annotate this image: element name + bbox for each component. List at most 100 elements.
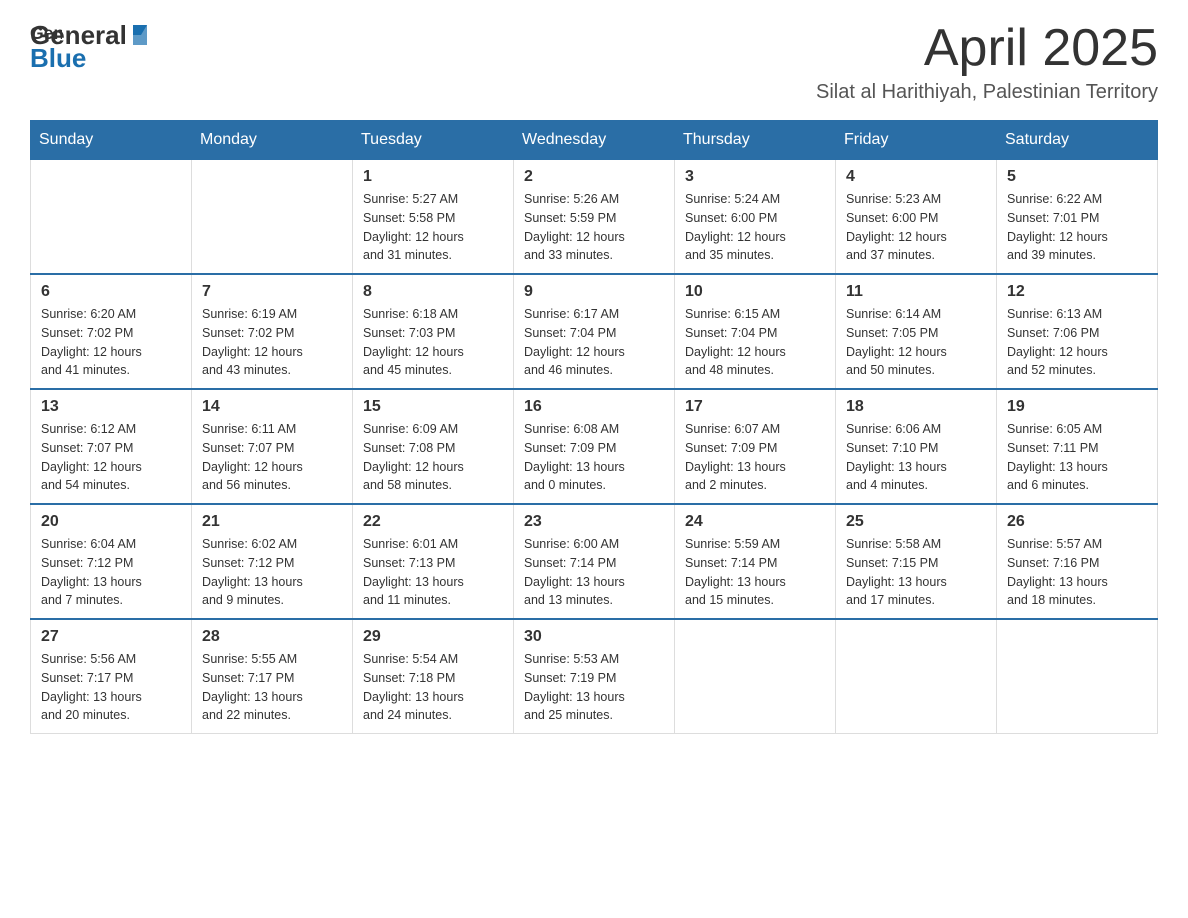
day-number: 30 (524, 628, 664, 646)
day-info: Sunrise: 5:55 AMSunset: 7:17 PMDaylight:… (202, 650, 342, 725)
cell-week2-day3: 9Sunrise: 6:17 AMSunset: 7:04 PMDaylight… (514, 274, 675, 389)
logo-flag-icon (129, 23, 151, 45)
day-info: Sunrise: 5:26 AMSunset: 5:59 PMDaylight:… (524, 190, 664, 265)
day-number: 19 (1007, 398, 1147, 416)
cell-week3-day1: 14Sunrise: 6:11 AMSunset: 7:07 PMDayligh… (192, 389, 353, 504)
day-info: Sunrise: 6:22 AMSunset: 7:01 PMDaylight:… (1007, 190, 1147, 265)
day-number: 20 (41, 513, 181, 531)
cell-week3-day0: 13 Sunrise: 6:12 AMSunset: 7:07 PMDayligh… (31, 389, 192, 504)
col-tuesday: Tuesday (353, 121, 514, 160)
day-info: Sunrise: 6:05 AMSunset: 7:11 PMDaylight:… (1007, 420, 1147, 495)
day-number: 24 (685, 513, 825, 531)
cell-week1-day2: 1 Sunrise: 5:27 AMSunset: 5:58 PMDaylight… (353, 160, 514, 275)
month-year-title: April 2025 (816, 20, 1158, 77)
cell-week4-day1: 21 Sunrise: 6:02 AMSunset: 7:12 PMDayligh… (192, 504, 353, 619)
logo-blue: Blue (30, 43, 86, 74)
day-number: 3 (685, 168, 825, 186)
day-number: 14 (202, 398, 342, 416)
cell-week2-day4: 10 Sunrise: 6:15 AMSunset: 7:04 PMDayligh… (675, 274, 836, 389)
cell-week1-day1 (192, 160, 353, 275)
day-info: Sunrise: 6:20 AMSunset: 7:02 PMDaylight:… (41, 305, 181, 380)
day-info: Sunrise: 6:13 AMSunset: 7:06 PMDaylight:… (1007, 305, 1147, 380)
day-info: Sunrise: 5:24 AMSunset: 6:00 PMDaylight:… (685, 190, 825, 265)
day-info: Sunrise: 5:53 AMSunset: 7:19 PMDaylight:… (524, 650, 664, 725)
day-number: 16 (524, 398, 664, 416)
day-number: 18 (846, 398, 986, 416)
day-number: 2 (524, 168, 664, 186)
day-number: 6 (41, 283, 181, 301)
day-number: 22 (363, 513, 503, 531)
cell-week4-day5: 25 Sunrise: 5:58 AMSunset: 7:15 PMDayligh… (836, 504, 997, 619)
col-monday: Monday (192, 121, 353, 160)
day-number: 13 (41, 398, 181, 416)
col-saturday: Saturday (997, 121, 1158, 160)
col-sunday: Sunday (31, 121, 192, 160)
day-number: 15 (363, 398, 503, 416)
day-number: 28 (202, 628, 342, 646)
cell-week5-day1: 28 Sunrise: 5:55 AMSunset: 7:17 PMDayligh… (192, 619, 353, 734)
cell-week2-day2: 8Sunrise: 6:18 AMSunset: 7:03 PMDaylight… (353, 274, 514, 389)
day-number: 12 (1007, 283, 1147, 301)
day-info: Sunrise: 5:56 AMSunset: 7:17 PMDaylight:… (41, 650, 181, 725)
day-info: Sunrise: 6:14 AMSunset: 7:05 PMDaylight:… (846, 305, 986, 380)
cell-week3-day3: 16 Sunrise: 6:08 AMSunset: 7:09 PMDayligh… (514, 389, 675, 504)
header-right: April 2025 Silat al Harithiyah, Palestin… (816, 20, 1158, 104)
week-row-3: 13 Sunrise: 6:12 AMSunset: 7:07 PMDayligh… (31, 389, 1158, 504)
day-info: Sunrise: 5:59 AMSunset: 7:14 PMDaylight:… (685, 535, 825, 610)
day-info: Sunrise: 5:57 AMSunset: 7:16 PMDaylight:… (1007, 535, 1147, 610)
day-info: Sunrise: 6:18 AMSunset: 7:03 PMDaylight:… (363, 305, 503, 380)
day-number: 26 (1007, 513, 1147, 531)
day-number: 23 (524, 513, 664, 531)
cell-week3-day4: 17 Sunrise: 6:07 AMSunset: 7:09 PMDayligh… (675, 389, 836, 504)
day-info: Sunrise: 5:54 AMSunset: 7:18 PMDaylight:… (363, 650, 503, 725)
col-wednesday: Wednesday (514, 121, 675, 160)
cell-week4-day0: 20 Sunrise: 6:04 AMSunset: 7:12 PMDayligh… (31, 504, 192, 619)
cell-week3-day6: 19 Sunrise: 6:05 AMSunset: 7:11 PMDayligh… (997, 389, 1158, 504)
day-info: Sunrise: 5:58 AMSunset: 7:15 PMDaylight:… (846, 535, 986, 610)
location-subtitle: Silat al Harithiyah, Palestinian Territo… (816, 81, 1158, 104)
col-thursday: Thursday (675, 121, 836, 160)
day-info: Sunrise: 6:07 AMSunset: 7:09 PMDaylight:… (685, 420, 825, 495)
day-number: 25 (846, 513, 986, 531)
day-info: Sunrise: 6:02 AMSunset: 7:12 PMDaylight:… (202, 535, 342, 610)
cell-week2-day1: 7 Sunrise: 6:19 AMSunset: 7:02 PMDaylight… (192, 274, 353, 389)
day-info: Sunrise: 6:01 AMSunset: 7:13 PMDaylight:… (363, 535, 503, 610)
page-header: General April 2025 Silat al Harithiyah, … (30, 20, 1158, 104)
day-info: Sunrise: 6:06 AMSunset: 7:10 PMDaylight:… (846, 420, 986, 495)
day-info: Sunrise: 6:19 AMSunset: 7:02 PMDaylight:… (202, 305, 342, 380)
day-number: 5 (1007, 168, 1147, 186)
day-number: 7 (202, 283, 342, 301)
cell-week4-day6: 26 Sunrise: 5:57 AMSunset: 7:16 PMDayligh… (997, 504, 1158, 619)
cell-week5-day5 (836, 619, 997, 734)
day-number: 1 (363, 168, 503, 186)
calendar-body: 1 Sunrise: 5:27 AMSunset: 5:58 PMDaylight… (31, 160, 1158, 734)
weekday-header-row: Sunday Monday Tuesday Wednesday Thursday… (31, 121, 1158, 160)
cell-week2-day5: 11Sunrise: 6:14 AMSunset: 7:05 PMDayligh… (836, 274, 997, 389)
day-info: Sunrise: 6:08 AMSunset: 7:09 PMDaylight:… (524, 420, 664, 495)
cell-week4-day3: 23 Sunrise: 6:00 AMSunset: 7:14 PMDayligh… (514, 504, 675, 619)
day-info: Sunrise: 6:12 AMSunset: 7:07 PMDaylight:… (41, 420, 181, 495)
day-info: Sunrise: 5:23 AMSunset: 6:00 PMDaylight:… (846, 190, 986, 265)
calendar-header: Sunday Monday Tuesday Wednesday Thursday… (31, 121, 1158, 160)
day-info: Sunrise: 6:17 AMSunset: 7:04 PMDaylight:… (524, 305, 664, 380)
cell-week2-day0: 6 Sunrise: 6:20 AMSunset: 7:02 PMDaylight… (31, 274, 192, 389)
logo-display: General Blue (30, 20, 151, 74)
day-number: 10 (685, 283, 825, 301)
cell-week5-day2: 29 Sunrise: 5:54 AMSunset: 7:18 PMDayligh… (353, 619, 514, 734)
cell-week5-day6 (997, 619, 1158, 734)
cell-week1-day0 (31, 160, 192, 275)
cell-week3-day5: 18 Sunrise: 6:06 AMSunset: 7:10 PMDayligh… (836, 389, 997, 504)
day-number: 21 (202, 513, 342, 531)
cell-week1-day6: 5 Sunrise: 6:22 AMSunset: 7:01 PMDaylight… (997, 160, 1158, 275)
day-number: 17 (685, 398, 825, 416)
day-info: Sunrise: 6:04 AMSunset: 7:12 PMDaylight:… (41, 535, 181, 610)
cell-week5-day4 (675, 619, 836, 734)
week-row-2: 6 Sunrise: 6:20 AMSunset: 7:02 PMDaylight… (31, 274, 1158, 389)
week-row-5: 27Sunrise: 5:56 AMSunset: 7:17 PMDayligh… (31, 619, 1158, 734)
day-info: Sunrise: 6:00 AMSunset: 7:14 PMDaylight:… (524, 535, 664, 610)
week-row-4: 20 Sunrise: 6:04 AMSunset: 7:12 PMDayligh… (31, 504, 1158, 619)
day-number: 29 (363, 628, 503, 646)
day-info: Sunrise: 5:27 AMSunset: 5:58 PMDaylight:… (363, 190, 503, 265)
cell-week5-day0: 27Sunrise: 5:56 AMSunset: 7:17 PMDayligh… (31, 619, 192, 734)
day-info: Sunrise: 6:15 AMSunset: 7:04 PMDaylight:… (685, 305, 825, 380)
